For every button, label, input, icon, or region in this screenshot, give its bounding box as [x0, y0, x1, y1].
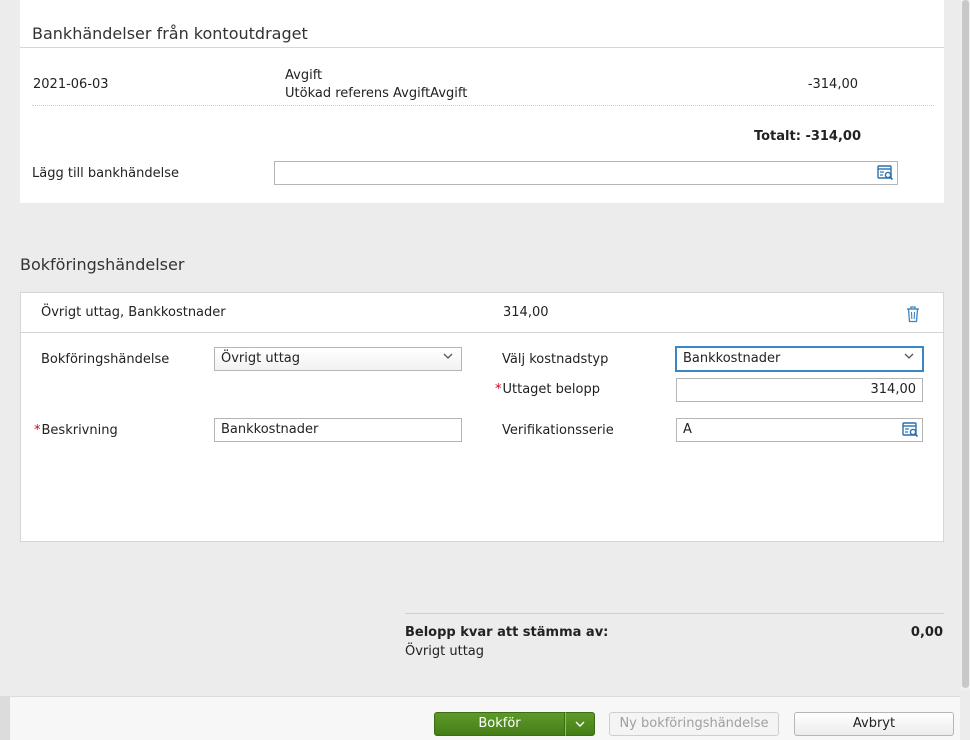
add-bank-transaction-input[interactable]: [274, 161, 898, 185]
lookup-search-icon[interactable]: [902, 422, 919, 438]
trash-icon[interactable]: [905, 305, 921, 323]
chevron-down-icon: [904, 353, 914, 359]
description-label: *Beskrivning: [34, 423, 118, 438]
cost-type-select-value: Bankkostnader: [683, 351, 781, 366]
divider: [20, 47, 944, 48]
description-input[interactable]: Bankkostnader: [214, 418, 462, 442]
transaction-date: 2021-06-03: [33, 77, 109, 92]
lookup-search-icon[interactable]: [877, 165, 894, 181]
posting-event-panel: Övrigt uttag, Bankkostnader 314,00 Bokfö…: [20, 292, 944, 542]
transaction-reference: Utökad referens AvgiftAvgift: [285, 86, 468, 101]
transaction-amount: -314,00: [807, 77, 858, 92]
withdrawn-amount-label: *Uttaget belopp: [495, 382, 600, 397]
posting-event-select[interactable]: Övrigt uttag: [214, 347, 462, 371]
chevron-down-icon: [575, 721, 585, 727]
remaining-amount-value: 0,00: [910, 625, 943, 640]
withdrawn-amount-value: 314,00: [870, 382, 917, 397]
description-value: Bankkostnader: [221, 422, 319, 437]
verification-series-label: Verifikationsserie: [502, 423, 614, 438]
add-bank-transaction-label: Lägg till bankhändelse: [32, 166, 179, 181]
remaining-amount-label: Belopp kvar att stämma av:: [405, 625, 609, 640]
withdrawn-amount-input[interactable]: 314,00: [676, 378, 923, 402]
posting-event-select-value: Övrigt uttag: [221, 351, 301, 366]
required-marker: *: [34, 423, 41, 438]
posting-event-label: Bokföringshändelse: [41, 352, 170, 367]
post-button[interactable]: Bokför: [434, 712, 565, 736]
scrollbar-thumb[interactable]: [962, 0, 969, 688]
remaining-amount-subtext: Övrigt uttag: [405, 644, 485, 659]
post-options-button[interactable]: [565, 712, 595, 736]
description-label-text: Beskrivning: [41, 423, 118, 438]
posting-events-title: Bokföringshändelser: [20, 255, 185, 274]
verification-series-value: A: [683, 422, 692, 437]
posting-event-summary: Övrigt uttag, Bankkostnader: [41, 305, 226, 320]
transactions-total: Totalt: -314,00: [753, 129, 861, 144]
chevron-down-icon: [443, 353, 453, 359]
verification-series-input[interactable]: A: [676, 418, 923, 442]
bank-transactions-panel: Bankhändelser från kontoutdraget 2021-06…: [20, 0, 944, 203]
cost-type-select[interactable]: Bankkostnader: [676, 347, 923, 371]
withdrawn-amount-label-text: Uttaget belopp: [502, 382, 600, 397]
posting-event-amount: 314,00: [503, 305, 549, 320]
cost-type-label: Välj kostnadstyp: [502, 352, 609, 367]
new-posting-event-button[interactable]: Ny bokföringshändelse: [609, 712, 779, 736]
cancel-button[interactable]: Avbryt: [794, 712, 954, 736]
transaction-name: Avgift: [285, 68, 323, 83]
divider: [21, 332, 943, 333]
divider: [32, 105, 934, 106]
bank-transactions-title: Bankhändelser från kontoutdraget: [32, 24, 308, 43]
left-edge: [0, 696, 10, 740]
divider: [405, 613, 944, 614]
scrollbar[interactable]: [961, 0, 970, 690]
required-marker: *: [495, 382, 502, 397]
